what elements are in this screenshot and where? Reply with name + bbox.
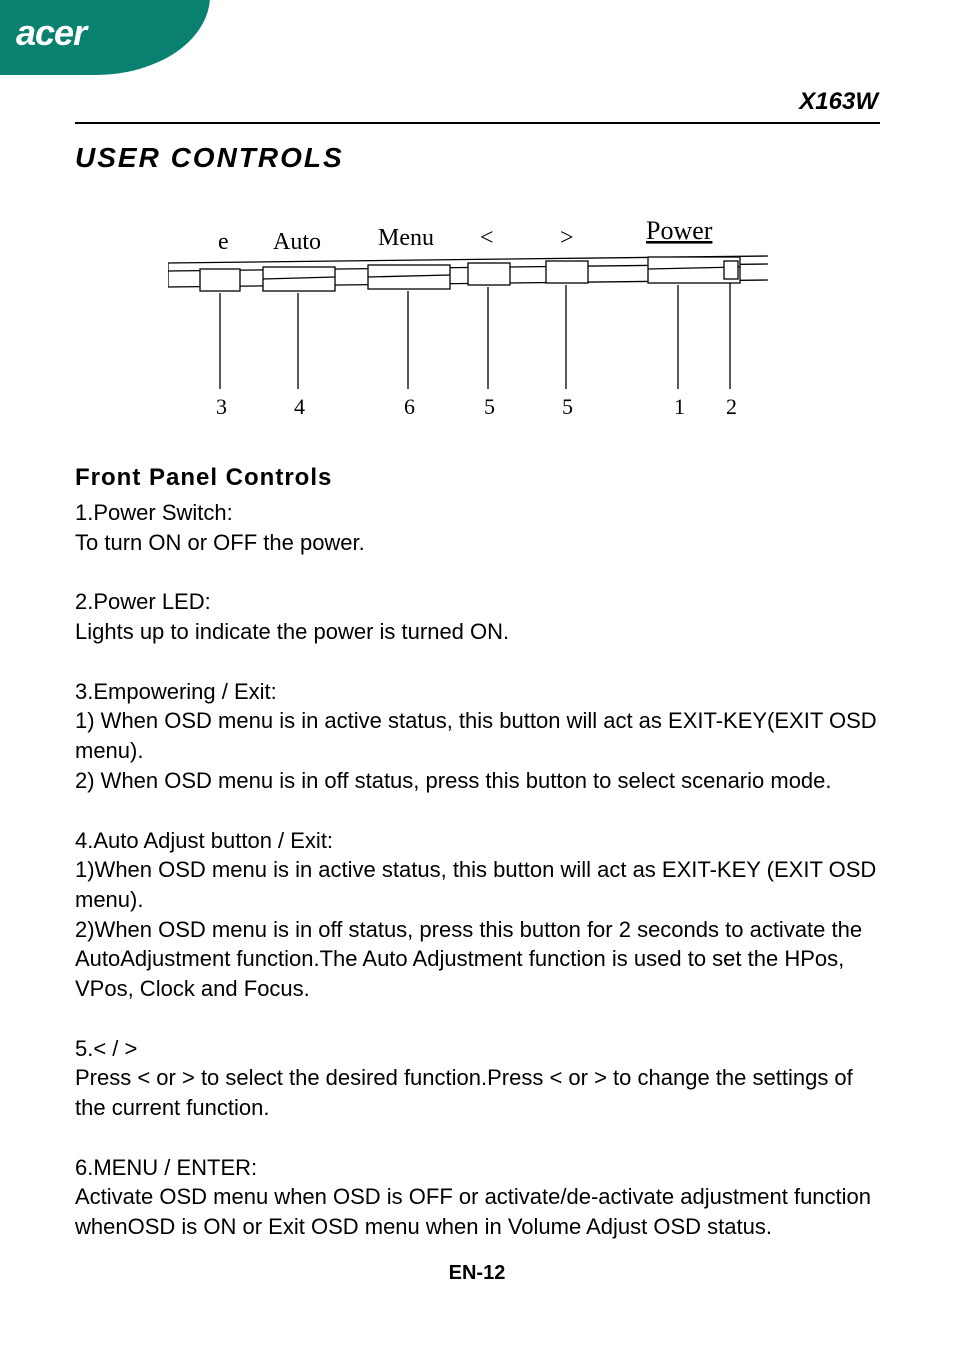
item-5-body: Press < or > to select the desired funct… — [75, 1063, 880, 1122]
diagram-label-lt: < — [480, 225, 494, 251]
item-6: 6.MENU / ENTER: Activate OSD menu when O… — [75, 1153, 880, 1242]
diagram-num-3: 3 — [216, 394, 227, 419]
item-3-body: 1) When OSD menu is in active status, th… — [75, 706, 880, 795]
diagram-num-2: 2 — [726, 394, 737, 419]
item-4: 4.Auto Adjust button / Exit: 1)When OSD … — [75, 826, 880, 1004]
item-5: 5.< / > Press < or > to select the desir… — [75, 1034, 880, 1123]
item-6-body: Activate OSD menu when OSD is OFF or act… — [75, 1182, 880, 1241]
diagram-num-1: 1 — [674, 394, 685, 419]
diagram-label-auto: Auto — [273, 229, 321, 255]
item-2: 2.Power LED: Lights up to indicate the p… — [75, 587, 880, 646]
body-text: 1.Power Switch: To turn ON or OFF the po… — [75, 498, 880, 1242]
header-rule — [75, 122, 880, 124]
item-3: 3.Empowering / Exit: 1) When OSD menu is… — [75, 677, 880, 796]
diagram-num-5a: 5 — [484, 394, 495, 419]
diagram-num-4: 4 — [294, 394, 305, 419]
item-3-title: 3.Empowering / Exit: — [75, 677, 880, 707]
item-1-title: 1.Power Switch: — [75, 498, 880, 528]
control-panel-diagram: e Auto Menu < > Power — [168, 209, 788, 424]
item-2-body: Lights up to indicate the power is turne… — [75, 617, 880, 647]
page-number: EN-12 — [0, 1262, 954, 1285]
diagram-label-gt: > — [560, 225, 574, 251]
diagram-leaders — [220, 283, 730, 389]
model-number: X163W — [75, 88, 880, 116]
item-4-body: 1)When OSD menu is in active status, thi… — [75, 855, 880, 1003]
diagram-label-e: e — [218, 229, 229, 255]
diagram-label-power: Power — [646, 216, 713, 245]
diagram-label-menu: Menu — [378, 225, 434, 251]
brand-logo: acer — [16, 12, 86, 54]
item-4-title: 4.Auto Adjust button / Exit: — [75, 826, 880, 856]
diagram-num-6: 6 — [404, 394, 415, 419]
diagram-num-5b: 5 — [562, 394, 573, 419]
page-content: X163W USER CONTROLS e Auto Menu < > Powe… — [75, 88, 880, 1272]
item-1-body: To turn ON or OFF the power. — [75, 528, 880, 558]
item-1: 1.Power Switch: To turn ON or OFF the po… — [75, 498, 880, 557]
item-5-title: 5.< / > — [75, 1034, 880, 1064]
brand-corner: acer — [0, 0, 200, 70]
item-6-title: 6.MENU / ENTER: — [75, 1153, 880, 1183]
section-title: USER CONTROLS — [75, 142, 880, 174]
subheading-front-panel: Front Panel Controls — [75, 464, 880, 492]
item-2-title: 2.Power LED: — [75, 587, 880, 617]
